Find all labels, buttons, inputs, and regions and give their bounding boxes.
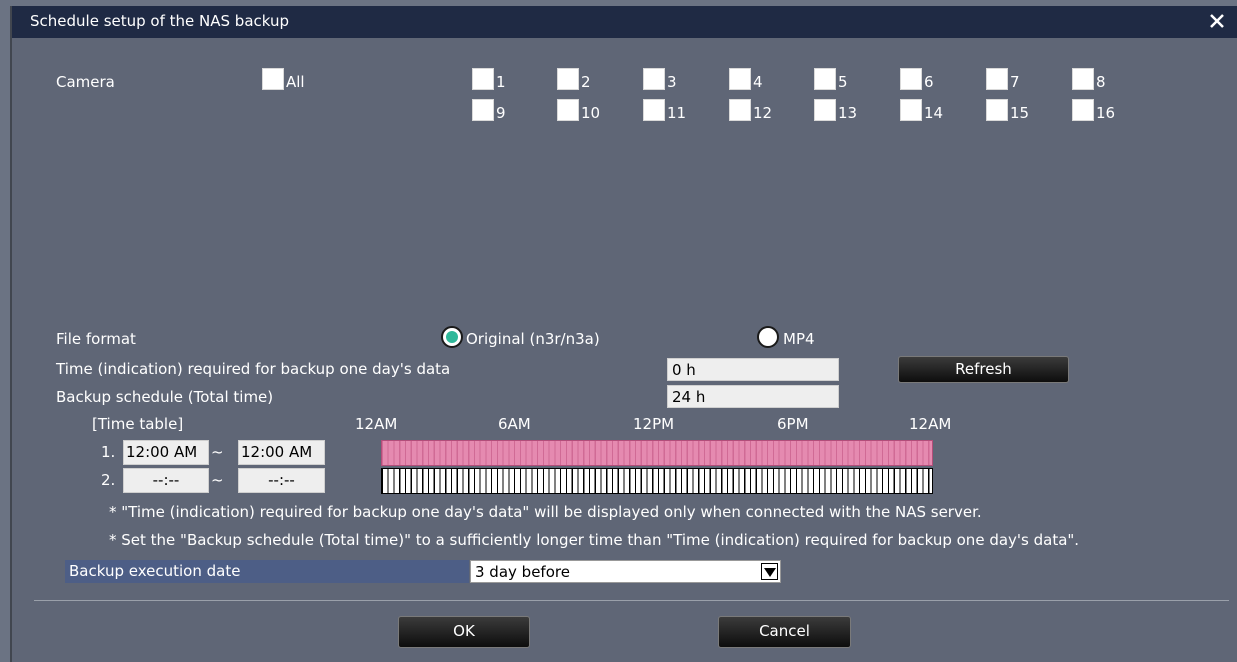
time-required-field: 0 h xyxy=(667,358,839,381)
camera-14-checkbox[interactable] xyxy=(900,99,922,121)
row-1-start-time[interactable]: 12:00 AM xyxy=(123,440,209,465)
hour-label: 12PM xyxy=(633,415,675,433)
camera-3-checkbox[interactable] xyxy=(643,68,665,90)
row-2-start-time[interactable]: --:-- xyxy=(123,468,209,493)
camera-12-checkbox[interactable] xyxy=(729,99,751,121)
camera-15-checkbox[interactable] xyxy=(986,99,1008,121)
camera-7-label: 7 xyxy=(1010,73,1020,91)
camera-6-checkbox[interactable] xyxy=(900,68,922,90)
camera-11-checkbox[interactable] xyxy=(643,99,665,121)
file-format-label: File format xyxy=(56,330,136,348)
time-required-label: Time (indication) required for backup on… xyxy=(56,360,451,378)
camera-all-label: All xyxy=(286,73,305,91)
backup-schedule-field: 24 h xyxy=(667,385,839,408)
note-2: * Set the "Backup schedule (Total time)"… xyxy=(109,531,1080,549)
camera-7-checkbox[interactable] xyxy=(986,68,1008,90)
camera-all-checkbox[interactable] xyxy=(262,68,284,90)
hour-label: 6AM xyxy=(498,415,531,433)
row-1-end-time[interactable]: 12:00 AM xyxy=(238,440,325,465)
camera-16-checkbox[interactable] xyxy=(1072,99,1094,121)
camera-4-label: 4 xyxy=(753,73,763,91)
cancel-button[interactable]: Cancel xyxy=(718,616,851,648)
note-1: * "Time (indication) required for backup… xyxy=(109,503,982,521)
camera-2-checkbox[interactable] xyxy=(557,68,579,90)
camera-5-checkbox[interactable] xyxy=(814,68,836,90)
execution-date-value: 3 day before xyxy=(475,563,570,581)
camera-4-checkbox[interactable] xyxy=(729,68,751,90)
footer-divider xyxy=(34,600,1229,601)
hour-label: 12AM xyxy=(355,415,398,433)
row-2-separator: ~ xyxy=(211,471,224,489)
nas-backup-dialog: Schedule setup of the NAS backup Camera … xyxy=(10,6,1237,662)
format-original-radio[interactable] xyxy=(441,326,463,348)
camera-8-checkbox[interactable] xyxy=(1072,68,1094,90)
hour-label: 6PM xyxy=(777,415,809,433)
camera-14-label: 14 xyxy=(924,104,944,122)
camera-12-label: 12 xyxy=(753,104,773,122)
execution-date-label: Backup execution date xyxy=(65,560,469,583)
camera-15-label: 15 xyxy=(1010,104,1030,122)
camera-13-checkbox[interactable] xyxy=(814,99,836,121)
camera-11-label: 11 xyxy=(667,104,687,122)
hour-label: 12AM xyxy=(909,415,952,433)
format-mp4-label: MP4 xyxy=(783,330,815,348)
backup-schedule-label: Backup schedule (Total time) xyxy=(56,388,274,406)
camera-2-label: 2 xyxy=(581,73,591,91)
camera-1-label: 1 xyxy=(496,73,506,91)
dialog-title: Schedule setup of the NAS backup xyxy=(30,12,290,30)
camera-8-label: 8 xyxy=(1096,73,1106,91)
camera-5-label: 5 xyxy=(838,73,848,91)
camera-6-label: 6 xyxy=(924,73,934,91)
ok-button[interactable]: OK xyxy=(398,616,530,648)
refresh-button[interactable]: Refresh xyxy=(898,356,1069,383)
row-2-timebar[interactable] xyxy=(381,468,933,494)
row-2-end-time[interactable]: --:-- xyxy=(238,468,325,493)
camera-label: Camera xyxy=(56,73,115,91)
camera-13-label: 13 xyxy=(838,104,858,122)
row-1-timebar[interactable] xyxy=(381,440,933,466)
format-original-label: Original (n3r/n3a) xyxy=(466,330,600,348)
camera-9-label: 9 xyxy=(496,104,506,122)
camera-9-checkbox[interactable] xyxy=(472,99,494,121)
row-2-number: 2. xyxy=(101,471,116,489)
time-table-label: [Time table] xyxy=(92,415,184,433)
close-icon[interactable] xyxy=(1207,11,1227,31)
camera-16-label: 16 xyxy=(1096,104,1116,122)
format-mp4-radio[interactable] xyxy=(757,326,779,348)
dropdown-arrow-icon[interactable] xyxy=(761,563,778,580)
camera-1-checkbox[interactable] xyxy=(472,68,494,90)
row-1-number: 1. xyxy=(101,443,116,461)
execution-date-select[interactable]: 3 day before xyxy=(470,560,781,583)
camera-10-label: 10 xyxy=(581,104,601,122)
camera-3-label: 3 xyxy=(667,73,677,91)
title-bar: Schedule setup of the NAS backup xyxy=(12,6,1237,38)
camera-10-checkbox[interactable] xyxy=(557,99,579,121)
row-1-separator: ~ xyxy=(211,443,224,461)
